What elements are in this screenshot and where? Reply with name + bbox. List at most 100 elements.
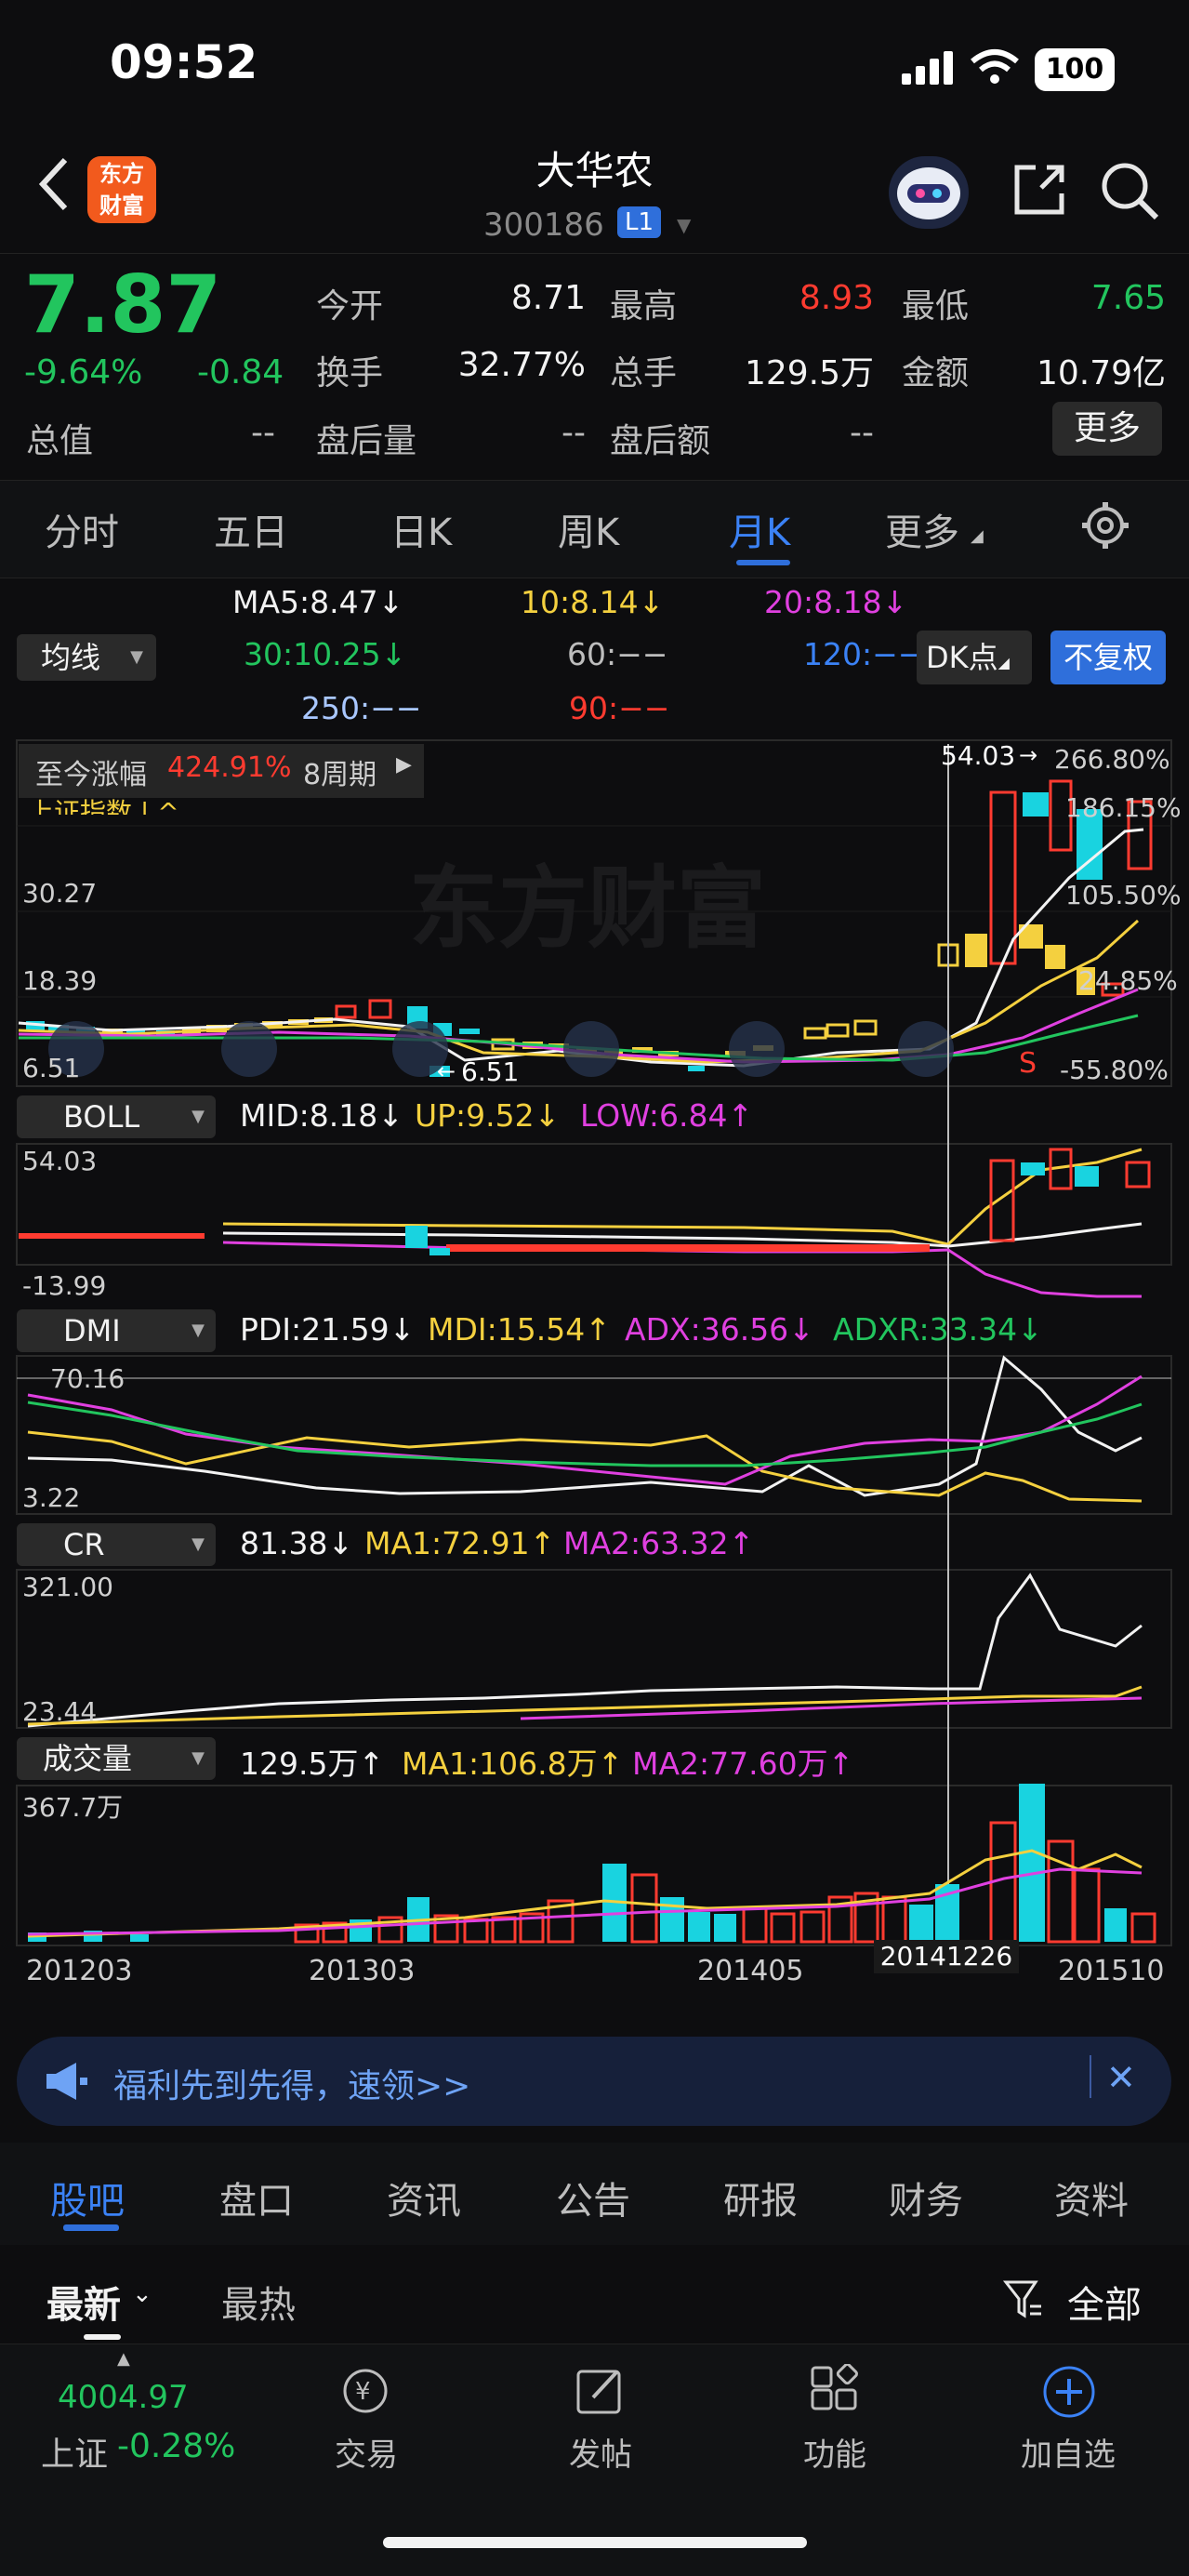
- cr-y-max: 321.00: [22, 1572, 113, 1602]
- sort-active-indicator: [84, 2334, 121, 2340]
- trade-label[interactable]: 交易: [335, 2429, 398, 2475]
- index-name[interactable]: 上证: [41, 2427, 108, 2476]
- volume-bars: [27, 1784, 1156, 1944]
- right-pct-2: 186.15%: [1065, 792, 1182, 823]
- low-label: 最低: [902, 287, 970, 325]
- filter-all[interactable]: 全部: [1067, 2275, 1142, 2329]
- tab-order-book[interactable]: 盘口: [219, 2171, 294, 2224]
- volume-ma1: MA1:106.8万↑: [402, 1746, 624, 1782]
- dmi-y-min: 3.22: [22, 1482, 81, 1513]
- tab-profile[interactable]: 资料: [1054, 2171, 1129, 2224]
- sell-signal-marker: S: [1019, 1047, 1037, 1080]
- after-hours-amount-value: --: [850, 414, 874, 452]
- kline-chart-area[interactable]: 东方财富: [0, 735, 1189, 2027]
- promo-text[interactable]: 福利先到先得，速领>>: [113, 2059, 470, 2107]
- level-badge[interactable]: L1: [617, 206, 662, 238]
- cr-y-min: 23.44: [22, 1696, 98, 1727]
- dmi-name: DMI: [63, 1313, 121, 1348]
- dmi-y-max: 70.16: [50, 1363, 126, 1394]
- tab-daily-k[interactable]: 日K: [390, 502, 452, 556]
- amount-value: 10.79亿: [1036, 354, 1166, 392]
- features-grid-icon[interactable]: [807, 2364, 863, 2418]
- cr-ma2: MA2:63.32↑: [563, 1525, 755, 1561]
- megaphone-icon: [46, 2063, 87, 2100]
- vol-ma1-line: [27, 1849, 1143, 1938]
- post-label[interactable]: 发帖: [569, 2429, 632, 2475]
- since-gain-value: 424.91%: [167, 751, 292, 784]
- features-label[interactable]: 功能: [803, 2429, 866, 2475]
- add-watchlist-label[interactable]: 加自选: [1021, 2429, 1116, 2475]
- battery-indicator: 100: [1035, 48, 1115, 91]
- index-value[interactable]: 4004.97: [58, 2379, 189, 2416]
- tab-news[interactable]: 资讯: [387, 2171, 461, 2224]
- filter-icon[interactable]: [1002, 2278, 1043, 2319]
- trade-icon[interactable]: ¥: [337, 2364, 394, 2418]
- low-value: 7.65: [1090, 279, 1166, 317]
- volume-value: 129.5万↑: [240, 1746, 385, 1782]
- home-indicator[interactable]: [383, 2537, 807, 2548]
- dmi-selector[interactable]: DMI ▼: [17, 1309, 216, 1352]
- index-change[interactable]: -0.28%: [117, 2427, 235, 2465]
- tab-research[interactable]: 研报: [723, 2171, 798, 2224]
- dropdown-arrow-icon[interactable]: ▼: [677, 214, 691, 236]
- max-arrow-icon: →: [1019, 742, 1038, 768]
- after-hours-volume-value: --: [561, 414, 586, 452]
- tab-monthly-k[interactable]: 月K: [729, 502, 790, 556]
- market-cap-label: 总值: [26, 422, 94, 460]
- boll-name: BOLL: [63, 1099, 140, 1135]
- post-icon[interactable]: [573, 2364, 628, 2418]
- tab-intraday[interactable]: 分时: [45, 502, 119, 556]
- kline-y-label-3: 6.51: [22, 1053, 81, 1083]
- dk-point-button[interactable]: DK点◢: [917, 631, 1032, 684]
- change-percent: -9.64%: [24, 353, 143, 392]
- chevron-down-icon[interactable]: ⌄: [132, 2280, 152, 2308]
- period-count: 8周期: [303, 759, 377, 791]
- no-adjust-button[interactable]: 不复权: [1050, 631, 1166, 684]
- ma90-value: 90:−−: [569, 690, 670, 726]
- add-watchlist-icon[interactable]: [1041, 2364, 1097, 2420]
- kline-y-label-2: 18.39: [22, 965, 98, 996]
- market-cap-value: --: [251, 414, 275, 452]
- caret-up-icon: ▲: [117, 2349, 130, 2369]
- cr-selector[interactable]: CR ▼: [17, 1523, 216, 1566]
- active-tab-indicator: [736, 560, 790, 565]
- volume-name: 成交量: [43, 1741, 133, 1776]
- tab-more[interactable]: 更多: [885, 502, 959, 556]
- tab-weekly-k[interactable]: 周K: [558, 502, 619, 556]
- dk-point-label: DK点: [926, 640, 998, 675]
- sort-latest[interactable]: 最新: [46, 2275, 121, 2329]
- promo-divider: [1090, 2055, 1091, 2098]
- ma250-value: 250:−−: [301, 690, 422, 726]
- ma-selector[interactable]: 均线 ▼: [17, 634, 156, 681]
- right-pct-3: 105.50%: [1065, 880, 1182, 910]
- tab-forum[interactable]: 股吧: [50, 2171, 125, 2224]
- tab-announcements[interactable]: 公告: [556, 2171, 630, 2224]
- x-label-2: 201303: [309, 1955, 416, 1987]
- robot-avatar-icon[interactable]: [889, 156, 969, 229]
- chevron-right-icon: ▶: [396, 753, 412, 777]
- more-quote-button[interactable]: 更多: [1052, 402, 1162, 456]
- dmi-mdi: MDI:15.54↑: [428, 1311, 611, 1348]
- sort-hot[interactable]: 最热: [221, 2275, 296, 2329]
- search-icon[interactable]: [1099, 160, 1160, 221]
- overlay-index-label[interactable]: 上证指数 | ^: [28, 792, 179, 815]
- change-amount: -0.84: [197, 353, 284, 392]
- svg-text:¥: ¥: [355, 2378, 371, 2406]
- volume-selector[interactable]: 成交量 ▼: [17, 1737, 216, 1780]
- close-icon[interactable]: ✕: [1106, 2057, 1136, 2098]
- dmi-adxr: ADXR:33.34↓: [833, 1311, 1043, 1348]
- tab-five-day[interactable]: 五日: [214, 502, 288, 556]
- boll-y-max: 54.03: [22, 1146, 98, 1176]
- cr-ma1-line: [27, 1685, 1143, 1726]
- x-label-1: 201203: [26, 1955, 133, 1987]
- boll-selector[interactable]: BOLL ▼: [17, 1095, 216, 1138]
- share-icon[interactable]: [1010, 160, 1069, 219]
- ma5-value: MA5:8.47↓: [232, 584, 404, 620]
- tab-financials[interactable]: 财务: [889, 2171, 963, 2224]
- dmi-adx-line: [27, 1374, 1143, 1486]
- open-label: 今开: [316, 287, 384, 325]
- since-gain-label: 至今涨幅: [35, 759, 147, 791]
- wifi-icon: [971, 49, 1019, 84]
- high-label: 最高: [610, 287, 678, 325]
- settings-gear-icon[interactable]: [1080, 500, 1130, 551]
